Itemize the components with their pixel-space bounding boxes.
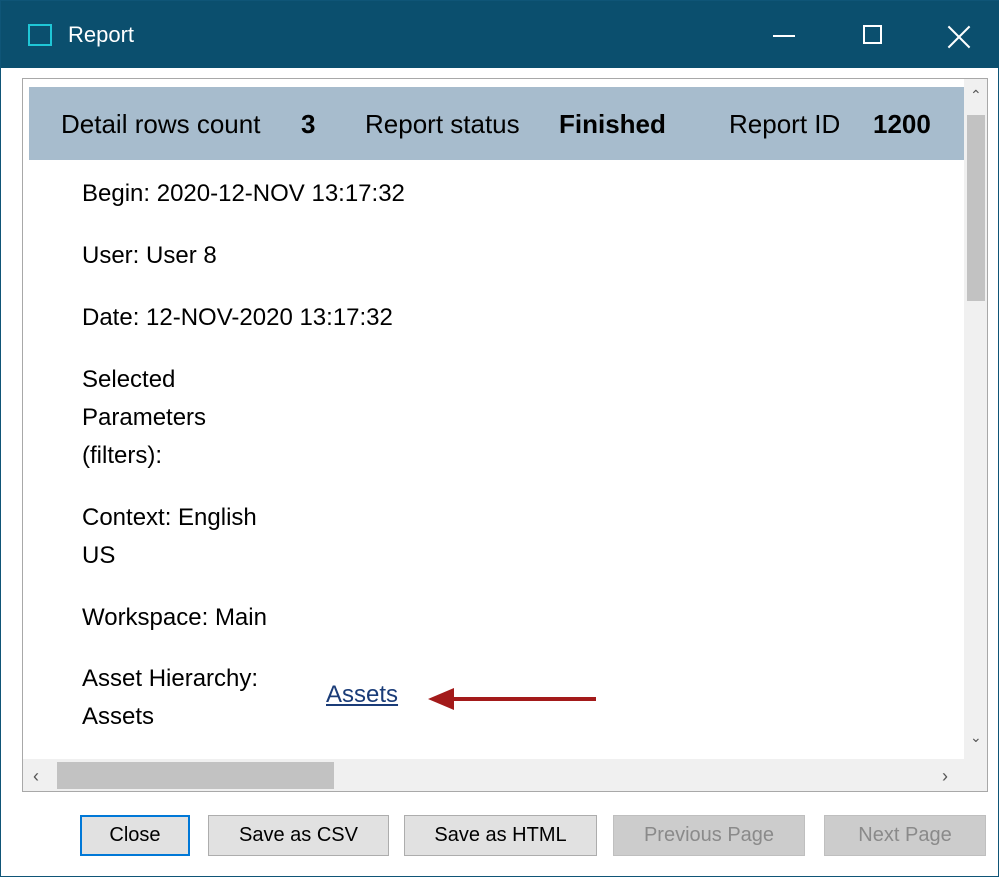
assets-link[interactable]: Assets (326, 681, 398, 709)
chevron-down-icon: ⌄ (970, 729, 982, 745)
save-as-csv-button[interactable]: Save as CSV (208, 815, 389, 856)
title-bar[interactable]: Report (1, 1, 999, 68)
chevron-right-icon: › (942, 766, 948, 786)
selected-parameters-line: Selected (82, 366, 176, 393)
save-as-html-button[interactable]: Save as HTML (404, 815, 597, 856)
annotation-arrow-icon (428, 688, 596, 710)
next-page-button[interactable]: Next Page (824, 815, 986, 856)
chevron-left-icon: ‹ (33, 766, 39, 786)
context-line: Context: English (82, 504, 257, 531)
minimize-icon (773, 35, 795, 37)
detail-rows-label: Detail rows count (61, 109, 261, 139)
date-field: Date: 12-NOV-2020 13:17:32 (82, 304, 393, 331)
selected-parameters-line: (filters): (82, 442, 162, 469)
horizontal-scrollbar[interactable]: ‹ › (23, 759, 964, 791)
workspace-field: Workspace: Main (82, 604, 267, 631)
close-window-button[interactable] (918, 1, 999, 68)
scroll-down-button[interactable]: ⌄ (964, 723, 987, 759)
report-status-bar: Detail rows count 3 Report status Finish… (29, 87, 964, 160)
asset-hierarchy-line: Asset Hierarchy: (82, 665, 259, 692)
report-id-label: Report ID (729, 109, 841, 139)
report-status-label: Report status (365, 109, 520, 139)
scroll-left-button[interactable]: ‹ (23, 759, 57, 791)
horizontal-scroll-thumb[interactable] (57, 762, 334, 789)
minimize-button[interactable] (740, 1, 830, 68)
asset-hierarchy-field: Asset Hierarchy: Assets (82, 660, 258, 736)
maximize-icon (863, 25, 882, 44)
report-id-value: 1200 (873, 109, 931, 139)
chevron-up-icon: ⌃ (970, 87, 982, 103)
context-field: Context: English US (82, 499, 257, 575)
detail-rows-value: 3 (301, 109, 316, 139)
close-icon (945, 23, 973, 51)
selected-parameters-line: Parameters (82, 404, 207, 431)
user-field: User: User 8 (82, 242, 217, 269)
scroll-right-button[interactable]: › (930, 759, 964, 791)
vertical-scrollbar[interactable]: ⌃ ⌄ (964, 79, 987, 759)
scrollbar-corner (964, 759, 987, 791)
scroll-up-button[interactable]: ⌃ (964, 79, 987, 115)
report-status-value: Finished (559, 109, 666, 139)
close-button[interactable]: Close (80, 815, 190, 856)
window-icon (28, 24, 52, 46)
selected-parameters-field: Selected Parameters (filters): (82, 361, 206, 475)
asset-hierarchy-line: Assets (82, 703, 155, 730)
context-line: US (82, 542, 116, 569)
report-window: Report Detail rows count 3 Report status… (0, 0, 999, 877)
report-content-pane: Detail rows count 3 Report status Finish… (22, 78, 988, 792)
begin-field: Begin: 2020-12-NOV 13:17:32 (82, 180, 405, 207)
window-title: Report (68, 22, 135, 47)
previous-page-button[interactable]: Previous Page (613, 815, 805, 856)
vertical-scroll-thumb[interactable] (967, 115, 985, 301)
maximize-button[interactable] (829, 1, 919, 68)
